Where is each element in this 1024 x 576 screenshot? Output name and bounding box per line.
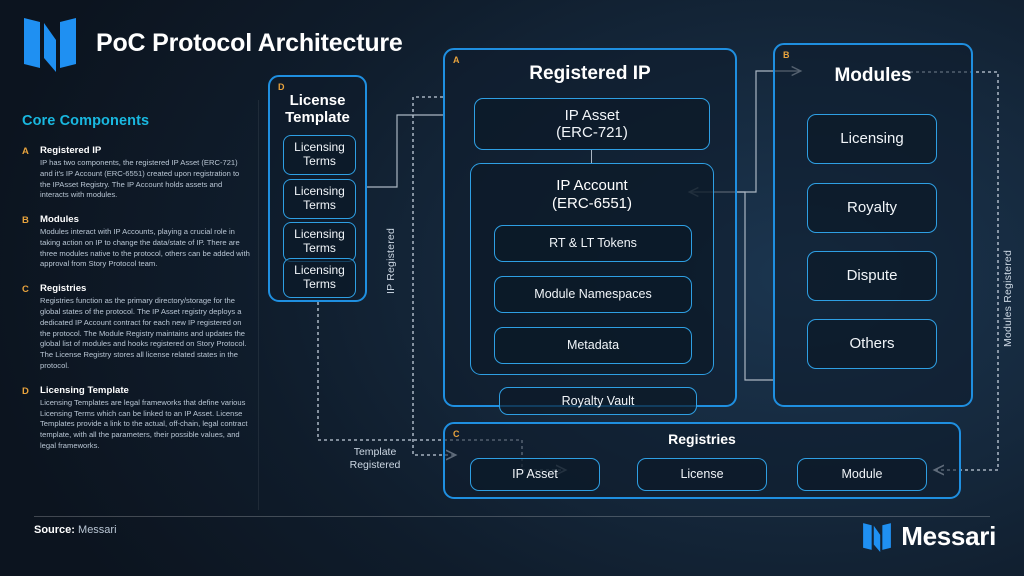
ip-asset-line-1: IP Asset <box>564 106 620 124</box>
metadata-node[interactable]: Metadata <box>494 327 692 364</box>
modules-registered-label: Modules Registered <box>1002 250 1014 347</box>
module-namespaces-node[interactable]: Module Namespaces <box>494 276 692 313</box>
registry-module-node[interactable]: Module <box>797 458 927 491</box>
registry-license-node[interactable]: License <box>637 458 767 491</box>
registered-ip-group: A Registered IP IP Asset (ERC-721) IP Ac… <box>443 48 737 415</box>
template-registered-line-1: Template <box>353 446 397 458</box>
source-value: Messari <box>78 524 117 536</box>
legend-letter-a: A <box>22 146 29 157</box>
messari-m-logo-icon <box>863 523 892 552</box>
template-registered-line-2: Registered <box>349 459 401 472</box>
module-licensing-node[interactable]: Licensing <box>807 114 937 164</box>
footer-divider <box>34 516 990 517</box>
legend-item-modules: B Modules Modules interact with IP Accou… <box>22 214 250 270</box>
legend-title-registered-ip: Registered IP <box>40 145 102 156</box>
license-template-group: D License Template Licensing Terms Licen… <box>268 75 367 302</box>
legend-desc-modules: Modules interact with IP Accounts, playi… <box>40 227 250 269</box>
rt-lt-tokens-node[interactable]: RT & LT Tokens <box>494 225 692 262</box>
ip-asset-to-ip-account-link <box>591 150 593 163</box>
modules-letter: B <box>783 50 790 60</box>
panel-divider <box>258 100 259 510</box>
footer-brand: Messari <box>862 521 996 552</box>
page-header: PoC Protocol Architecture <box>22 14 403 72</box>
template-registered-label: Template Registered <box>320 446 430 472</box>
messari-m-logo-icon <box>24 18 76 72</box>
legend-item-registered-ip: A Registered IP IP has two components, t… <box>22 145 250 201</box>
modules-group: B Modules Licensing Royalty Dispute Othe… <box>773 43 973 407</box>
legend-letter-c: C <box>22 284 29 296</box>
registry-ip-asset-node[interactable]: IP Asset <box>470 458 600 491</box>
ip-registered-label: IP Registered <box>385 228 397 295</box>
ip-account-line-2: (ERC-6551) <box>551 194 633 212</box>
legend-desc-licensing-template: Licensing Templates are legal frameworks… <box>40 397 248 450</box>
legend-title-registries: Registries <box>40 283 87 295</box>
licensing-terms-node-4[interactable]: Licensing Terms <box>283 258 356 298</box>
modules-title: Modules <box>834 65 912 86</box>
module-dispute-node[interactable]: Dispute <box>807 251 937 301</box>
registries-group: C Registries IP Asset License Module <box>443 422 961 499</box>
module-others-node[interactable]: Others <box>807 319 937 369</box>
royalty-vault-node[interactable]: Royalty Vault <box>499 387 697 415</box>
license-template-letter: D <box>278 82 285 92</box>
license-template-title: License Template <box>285 92 350 126</box>
ip-account-line-1: IP Account <box>556 177 628 194</box>
licensing-terms-node-3[interactable]: Licensing Terms <box>283 222 356 262</box>
page-title: PoC Protocol Architecture <box>96 28 403 57</box>
module-royalty-node[interactable]: Royalty <box>807 183 937 233</box>
legend-title-modules: Modules <box>40 214 79 226</box>
legend-item-licensing-template: D Licensing Template Licensing Templates… <box>22 385 250 452</box>
source-label: Source: <box>34 524 75 536</box>
ip-account-title: IP Account (ERC-6551) <box>471 177 713 212</box>
source-line: Source: Messari <box>34 524 117 536</box>
connector-license-template-to-ip-asset <box>367 114 443 188</box>
core-components-panel: Core Components A Registered IP IP has t… <box>22 113 250 465</box>
footer-wordmark: Messari <box>901 521 996 551</box>
ip-asset-line-2: (ERC-721) <box>556 124 628 141</box>
core-components-heading: Core Components <box>22 113 150 129</box>
legend-letter-b: B <box>22 215 29 227</box>
legend-desc-registries: Registries function as the primary direc… <box>40 296 247 370</box>
legend-title-licensing-template: Licensing Template <box>40 384 129 396</box>
ip-account-node[interactable]: IP Account (ERC-6551) RT & LT Tokens Mod… <box>470 163 714 375</box>
registries-title: Registries <box>668 431 736 447</box>
legend-desc-registered-ip: IP has two components, the registered IP… <box>40 158 240 200</box>
legend-letter-d: D <box>22 385 29 397</box>
legend-item-registries: C Registries Registries function as the … <box>22 283 250 371</box>
licensing-terms-node-1[interactable]: Licensing Terms <box>283 135 356 175</box>
licensing-terms-node-2[interactable]: Licensing Terms <box>283 179 356 219</box>
registered-ip-title: Registered IP <box>529 63 651 84</box>
ip-asset-node[interactable]: IP Asset (ERC-721) <box>474 98 710 150</box>
